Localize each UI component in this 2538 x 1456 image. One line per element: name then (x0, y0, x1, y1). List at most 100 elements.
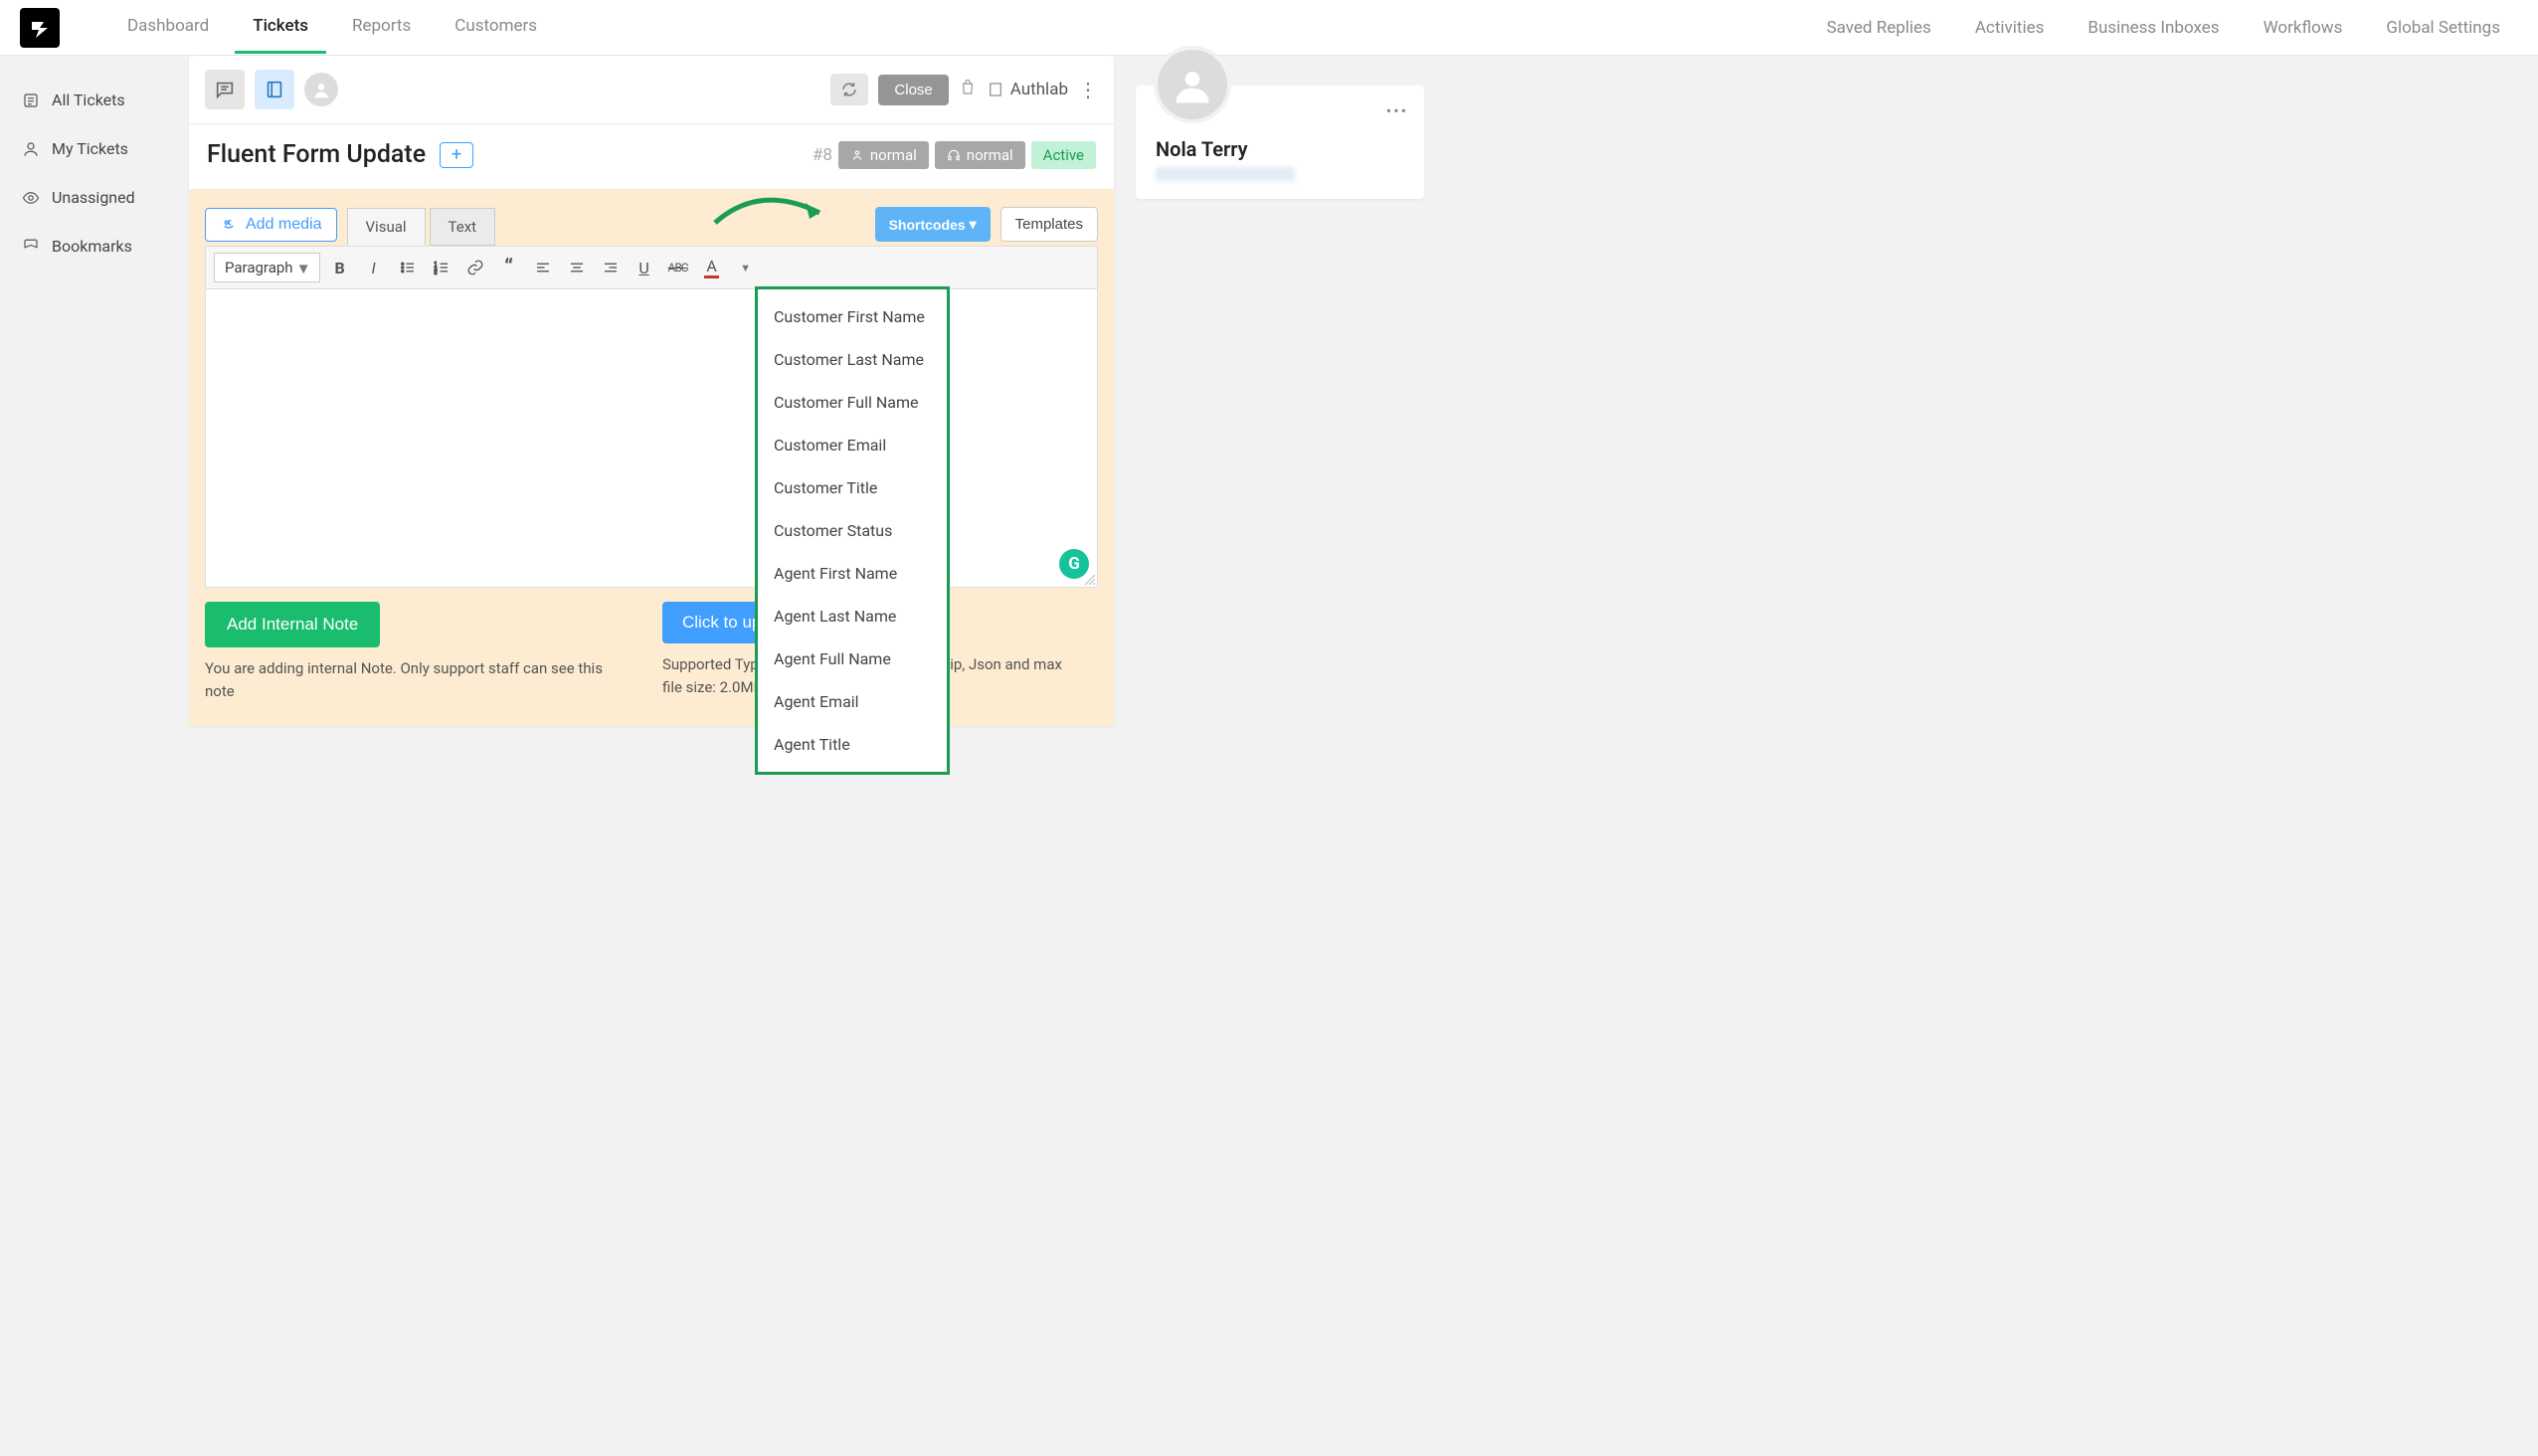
archive-icon (959, 79, 977, 96)
dropdown-item[interactable]: Customer Last Name (758, 338, 947, 381)
shortcodes-button[interactable]: Shortcodes ▾ (875, 207, 991, 242)
nav-global-settings[interactable]: Global Settings (2368, 3, 2518, 53)
link-icon (466, 259, 484, 276)
archive-button[interactable] (959, 79, 977, 100)
headset-icon (947, 148, 961, 162)
nav-workflows[interactable]: Workflows (2246, 3, 2361, 53)
shortcodes-dropdown: Customer First Name Customer Last Name C… (755, 286, 950, 775)
status-badge[interactable]: Active (1031, 141, 1096, 169)
dropdown-item[interactable]: Agent First Name (758, 552, 947, 595)
nav-dashboard[interactable]: Dashboard (109, 1, 227, 54)
app-logo[interactable] (20, 8, 60, 48)
eye-icon (22, 189, 40, 207)
strikethrough-button[interactable]: ABC (664, 254, 692, 281)
align-left-icon (534, 259, 552, 276)
dropdown-item[interactable]: Customer Full Name (758, 381, 947, 424)
bookmark-icon (22, 238, 40, 256)
editor-area: Add media Visual Text Shortcodes ▾ (189, 189, 1114, 726)
add-media-button[interactable]: Add media (205, 208, 337, 242)
customer-card: ••• Nola Terry (1136, 86, 1424, 199)
avatar-icon (1171, 63, 1214, 106)
media-icon (220, 216, 238, 234)
format-select[interactable]: Paragraph ▼ (214, 253, 320, 282)
nav-activities[interactable]: Activities (1957, 3, 2063, 53)
more-options[interactable]: ⋮ (1078, 78, 1098, 101)
add-internal-note-button[interactable]: Add Internal Note (205, 602, 380, 647)
notebook-icon (264, 79, 285, 100)
dropdown-item[interactable]: Agent Full Name (758, 637, 947, 680)
priority-badge[interactable]: normal (838, 141, 929, 169)
dropdown-item[interactable]: Agent Title (758, 723, 947, 766)
add-tag-button[interactable]: + (440, 142, 473, 168)
text-color-dropdown[interactable]: ▼ (732, 254, 760, 281)
dropdown-caret-icon: ▼ (296, 260, 311, 277)
tab-text[interactable]: Text (430, 208, 496, 246)
number-list-button[interactable]: 123 (428, 254, 455, 281)
user-priority-icon (850, 148, 864, 162)
bullet-list-icon (399, 259, 417, 276)
align-right-button[interactable] (597, 254, 625, 281)
customer-email-redacted (1156, 167, 1295, 181)
top-nav: Dashboard Tickets Reports Customers Save… (0, 0, 2538, 56)
editor-textarea[interactable]: G (205, 289, 1098, 588)
dropdown-item[interactable]: Agent Last Name (758, 595, 947, 637)
agent-avatar[interactable] (304, 73, 338, 106)
dropdown-item[interactable]: Customer Email (758, 424, 947, 466)
nav-customers[interactable]: Customers (437, 1, 555, 54)
channel-badge[interactable]: normal (935, 141, 1025, 169)
sidebar-item-label: All Tickets (52, 91, 125, 109)
user-icon (22, 140, 40, 158)
editor-toolbar: Paragraph ▼ B I 123 “ (205, 246, 1098, 289)
align-center-button[interactable] (563, 254, 591, 281)
building-icon (987, 81, 1004, 98)
sidebar-item-my-tickets[interactable]: My Tickets (10, 124, 179, 173)
align-left-button[interactable] (529, 254, 557, 281)
dropdown-item[interactable]: Customer Status (758, 509, 947, 552)
note-view-toggle[interactable] (255, 70, 294, 109)
tab-visual[interactable]: Visual (347, 208, 426, 246)
underline-button[interactable]: U (631, 254, 658, 281)
nav-business-inboxes[interactable]: Business Inboxes (2070, 3, 2237, 53)
link-button[interactable] (461, 254, 489, 281)
customer-more-options[interactable]: ••• (1386, 101, 1408, 120)
sidebar-item-all-tickets[interactable]: All Tickets (10, 76, 179, 124)
nav-reports[interactable]: Reports (334, 1, 429, 54)
sidebar-item-unassigned[interactable]: Unassigned (10, 173, 179, 222)
business-name: Authlab (1010, 80, 1068, 99)
dropdown-item[interactable]: Agent Email (758, 680, 947, 723)
sidebar-item-label: Unassigned (52, 188, 135, 207)
chevron-down-icon: ▾ (970, 216, 977, 233)
customer-name: Nola Terry (1156, 137, 1404, 161)
resize-handle-icon[interactable] (1083, 573, 1095, 585)
sidebar: All Tickets My Tickets Unassigned Bookma… (0, 56, 189, 746)
italic-button[interactable]: I (360, 254, 388, 281)
refresh-button[interactable] (830, 74, 868, 105)
dropdown-item[interactable]: Customer Title (758, 466, 947, 509)
dropdown-item[interactable]: Customer First Name (758, 295, 947, 338)
ticket-panel: Close Authlab ⋮ Fluent Form Update + #8 (189, 56, 1114, 726)
number-list-icon: 123 (433, 259, 451, 276)
note-help-text: You are adding internal Note. Only suppo… (205, 657, 623, 702)
ticket-title: Fluent Form Update (207, 140, 426, 169)
bullet-list-button[interactable] (394, 254, 422, 281)
refresh-icon (840, 81, 858, 98)
close-ticket-button[interactable]: Close (878, 75, 948, 105)
business-inbox-link[interactable]: Authlab (987, 80, 1068, 99)
list-icon (22, 91, 40, 109)
sidebar-item-bookmarks[interactable]: Bookmarks (10, 222, 179, 271)
customer-avatar[interactable] (1154, 46, 1231, 123)
align-center-icon (568, 259, 586, 276)
bold-button[interactable]: B (326, 254, 354, 281)
annotation-arrow (710, 183, 839, 243)
nav-tickets[interactable]: Tickets (235, 1, 326, 54)
sidebar-item-label: My Tickets (52, 139, 128, 158)
nav-saved-replies[interactable]: Saved Replies (1809, 3, 1949, 53)
text-color-button[interactable]: A (698, 254, 726, 281)
conversation-view-toggle[interactable] (205, 70, 245, 109)
chat-icon (214, 79, 236, 100)
sidebar-item-label: Bookmarks (52, 237, 132, 256)
svg-text:3: 3 (434, 271, 437, 276)
avatar-icon (311, 80, 331, 99)
templates-button[interactable]: Templates (1000, 207, 1098, 242)
quote-button[interactable]: “ (495, 254, 523, 281)
